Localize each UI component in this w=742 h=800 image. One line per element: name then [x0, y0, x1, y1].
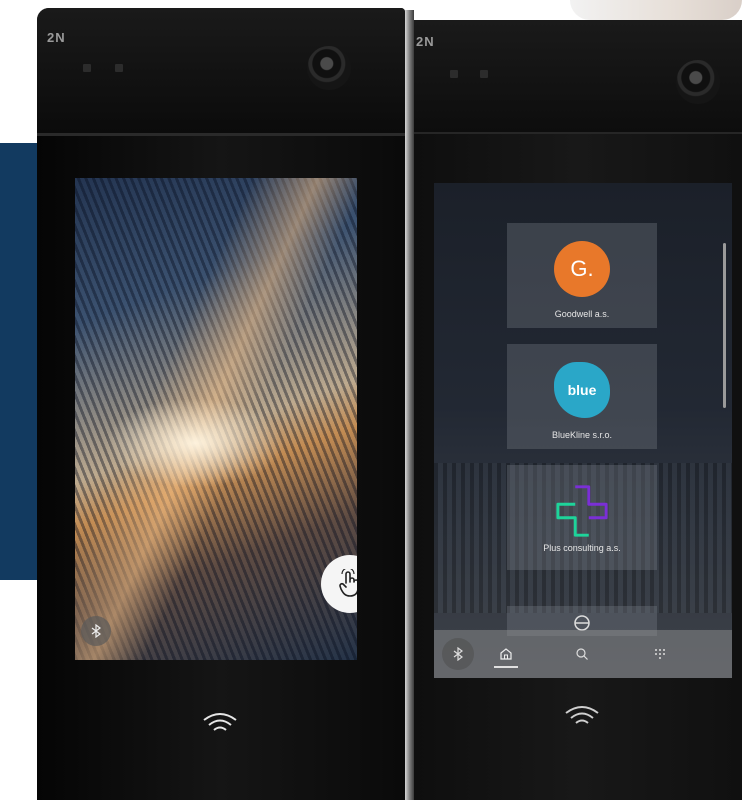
- bluetooth-icon: [91, 624, 101, 638]
- device-head: 2N: [412, 20, 742, 134]
- bluetooth-button[interactable]: [81, 616, 111, 646]
- search-icon: [576, 648, 588, 660]
- intercom-device-right: 2N G. Goodwell a.s. blue BlueKline s.r.o…: [412, 20, 742, 800]
- sensor-led: [83, 64, 91, 72]
- touch-hand-icon: [339, 569, 357, 597]
- camera-lens: [307, 46, 351, 90]
- directory-item-bluekline[interactable]: blue BlueKline s.r.o.: [507, 344, 657, 449]
- home-icon: [500, 648, 512, 660]
- directory-item-label: Goodwell a.s.: [554, 309, 610, 319]
- display-screen: [75, 178, 357, 660]
- nav-search[interactable]: [568, 640, 596, 668]
- screen-background: [105, 398, 285, 488]
- directory-item-label: Plus consulting a.s.: [543, 543, 621, 553]
- brand-logo: 2N: [47, 30, 66, 45]
- nav-keypad[interactable]: [646, 640, 674, 668]
- camera-lens: [676, 60, 720, 104]
- directory-screen: G. Goodwell a.s. blue BlueKline s.r.o. P…: [434, 183, 732, 678]
- device-head: 2N: [37, 8, 405, 136]
- scrollbar[interactable]: [723, 243, 726, 408]
- sensor-led: [115, 64, 123, 72]
- sensor-led: [480, 70, 488, 78]
- sensor-led: [450, 70, 458, 78]
- wifi-nfc-icon: [565, 706, 599, 724]
- nav-bluetooth[interactable]: [442, 638, 474, 670]
- bottom-nav: [434, 630, 732, 678]
- intercom-device-left: 2N: [37, 8, 405, 800]
- background-photo: [570, 0, 742, 20]
- bluetooth-icon: [453, 647, 463, 661]
- nav-home[interactable]: [492, 640, 520, 668]
- brand-logo: 2N: [416, 34, 435, 49]
- goodwell-logo: G.: [554, 241, 610, 297]
- plus-consulting-logo: [554, 483, 610, 539]
- directory-item-plus-consulting[interactable]: Plus consulting a.s.: [507, 465, 657, 570]
- directory-item-goodwell[interactable]: G. Goodwell a.s.: [507, 223, 657, 328]
- bluekline-logo: blue: [554, 362, 610, 418]
- nav-active-indicator: [494, 666, 518, 668]
- keypad-icon: [655, 649, 665, 659]
- directory-item-label: BlueKline s.r.o.: [551, 430, 613, 440]
- touch-button[interactable]: [321, 555, 357, 613]
- wifi-nfc-icon: [203, 713, 237, 731]
